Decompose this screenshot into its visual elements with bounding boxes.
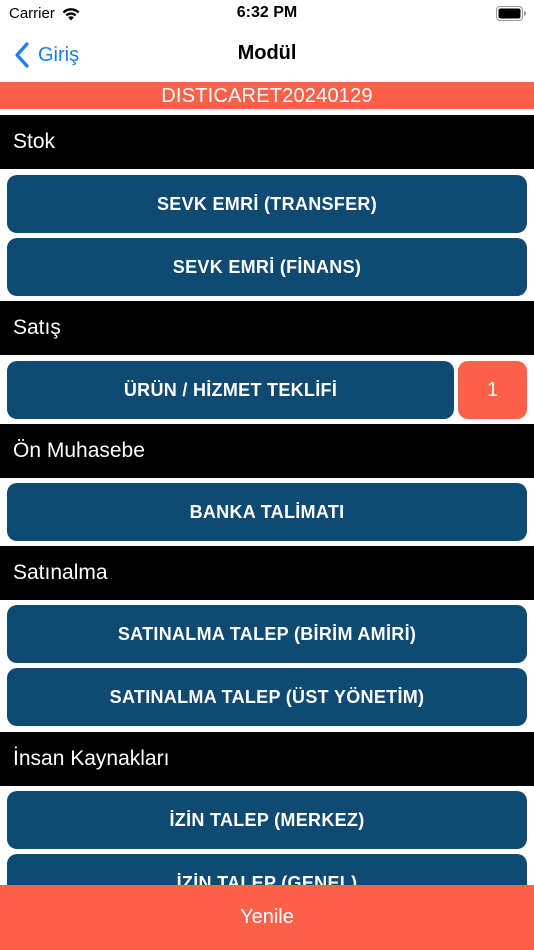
urun-hizmet-teklifi-button[interactable]: ÜRÜN / HİZMET TEKLİFİ xyxy=(7,361,454,419)
satinalma-talep-birim-amiri-button[interactable]: SATINALMA TALEP (BİRİM AMİRİ) xyxy=(7,605,527,663)
refresh-button[interactable]: Yenile xyxy=(0,885,534,950)
page-title: Modül xyxy=(237,42,297,64)
section-header-insan-kaynaklari: İnsan Kaynakları xyxy=(0,732,534,786)
section-header-stok: Stok xyxy=(0,115,534,169)
battery-icon xyxy=(496,6,526,21)
sevk-emri-transfer-button[interactable]: SEVK EMRİ (TRANSFER) xyxy=(7,175,527,233)
section-header-satis: Satış xyxy=(0,301,534,355)
status-bar: Carrier 6:32 PM xyxy=(0,0,534,30)
izin-talep-merkez-button[interactable]: İZİN TALEP (MERKEZ) xyxy=(7,791,527,849)
section-header-satinalma: Satınalma xyxy=(0,546,534,600)
sevk-emri-finans-button[interactable]: SEVK EMRİ (FİNANS) xyxy=(7,238,527,296)
urun-hizmet-teklifi-count-badge: 1 xyxy=(458,361,527,419)
company-code-banner: DISTICARET20240129 xyxy=(0,82,534,109)
status-time: 6:32 PM xyxy=(236,4,298,21)
satinalma-talep-ust-yonetim-button[interactable]: SATINALMA TALEP (ÜST YÖNETİM) xyxy=(7,668,527,726)
banka-talimati-button[interactable]: BANKA TALİMATI xyxy=(7,483,527,541)
navigation-bar: Giriş Modül xyxy=(0,30,534,82)
izin-talep-genel-button[interactable]: İZİN TALEP (GENEL) xyxy=(7,854,527,885)
module-list[interactable]: Stok SEVK EMRİ (TRANSFER) SEVK EMRİ (FİN… xyxy=(0,115,534,885)
section-header-on-muhasebe: Ön Muhasebe xyxy=(0,424,534,478)
